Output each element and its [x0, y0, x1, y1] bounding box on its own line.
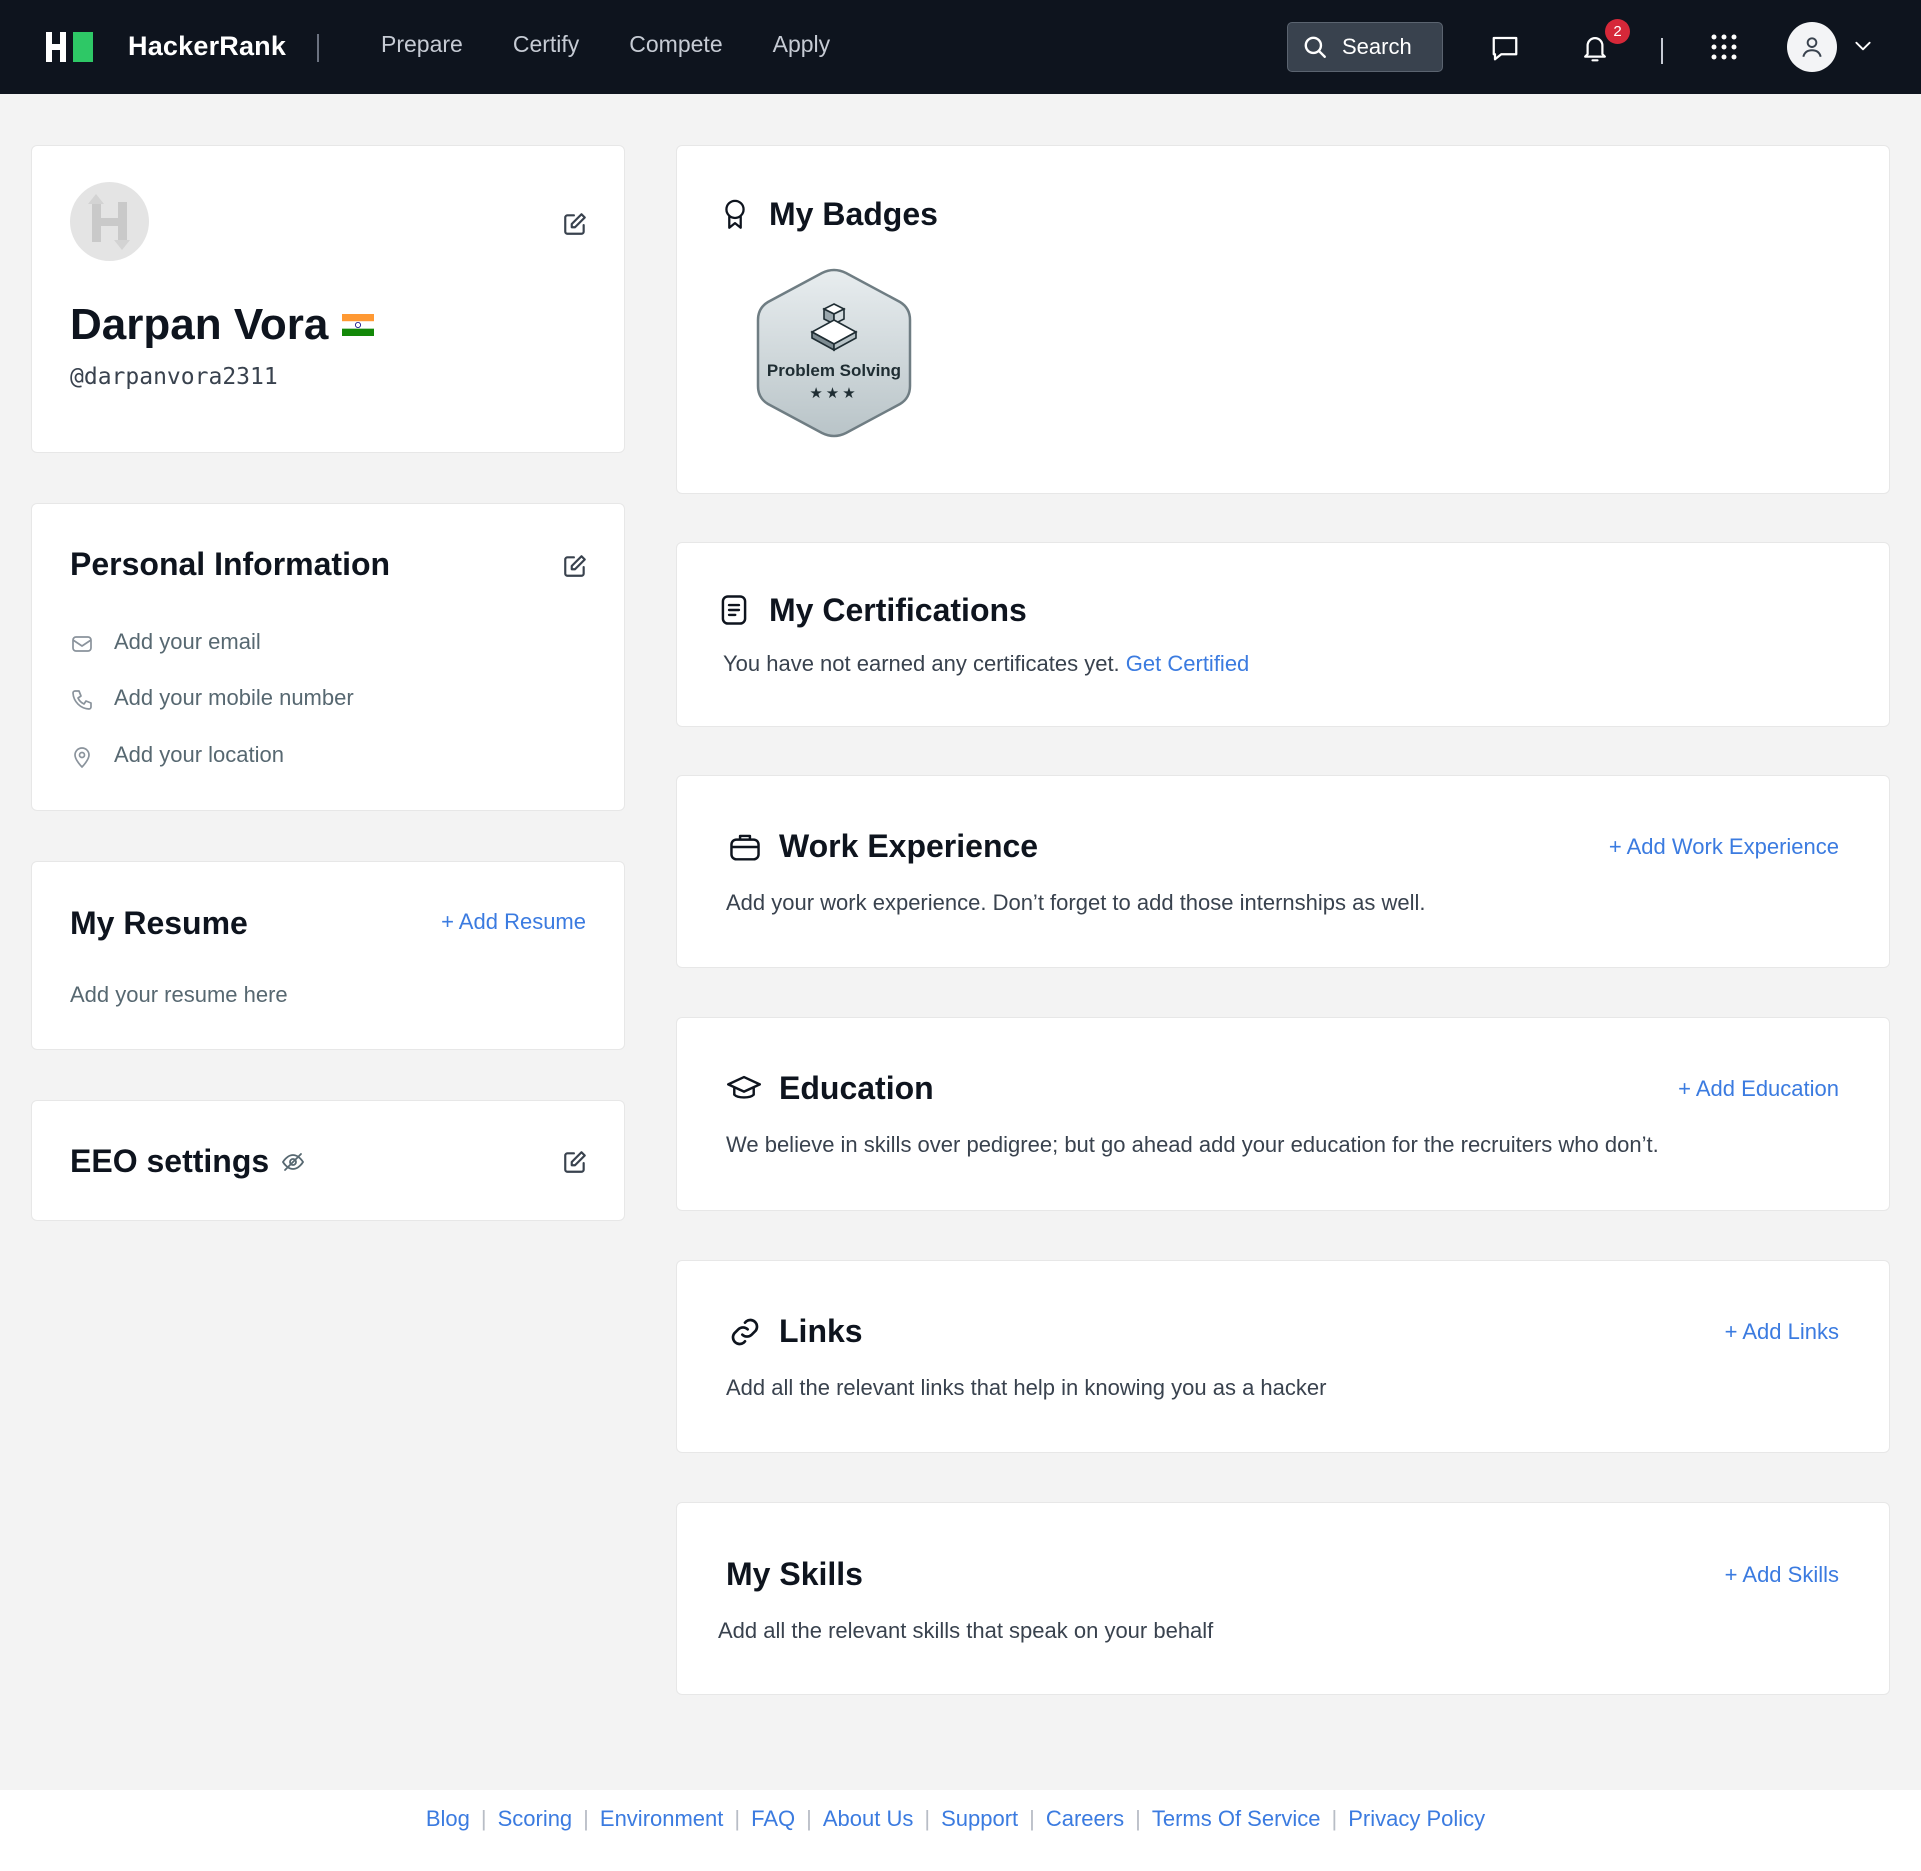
personal-information-title: Personal Information: [70, 546, 391, 582]
add-skills-button[interactable]: + Add Skills: [1725, 1562, 1839, 1588]
footer-link-privacy[interactable]: Privacy Policy: [1348, 1806, 1485, 1832]
chevron-down-icon[interactable]: [1852, 36, 1874, 56]
top-divider: [1661, 38, 1663, 64]
hexagon-badge-icon: [756, 268, 912, 438]
search-icon: [1304, 36, 1326, 58]
eeo-settings-card: EEO settings: [31, 1100, 625, 1221]
briefcase-icon: [730, 834, 760, 861]
eeo-settings-title: EEO settings: [70, 1143, 270, 1179]
footer-link-about-us[interactable]: About Us: [823, 1806, 914, 1832]
links-card: Links + Add Links Add all the relevant l…: [676, 1260, 1890, 1453]
add-mobile-link[interactable]: Add your mobile number: [114, 685, 354, 711]
email-icon: [72, 636, 92, 652]
profile-username: @darpanvora2311: [70, 364, 278, 390]
main-nav: Prepare Certify Compete Apply: [381, 31, 830, 58]
search-label: Search: [1342, 34, 1412, 59]
badges-title: My Badges: [769, 196, 938, 232]
education-text: We believe in skills over pedigree; but …: [726, 1132, 1659, 1157]
footer-link-careers[interactable]: Careers: [1046, 1806, 1124, 1832]
personal-information-card: Personal Information Add your email Add …: [31, 503, 625, 811]
footer-separator: |: [1029, 1805, 1035, 1831]
certifications-card: My Certifications You have not earned an…: [676, 542, 1890, 727]
footer-separator: |: [1135, 1805, 1141, 1831]
search-button[interactable]: Search: [1287, 22, 1443, 72]
brand-divider: [317, 34, 319, 62]
nav-compete[interactable]: Compete: [629, 31, 722, 58]
footer-link-faq[interactable]: FAQ: [751, 1806, 795, 1832]
profile-name: Darpan Vora: [70, 300, 329, 349]
link-icon: [731, 1318, 759, 1346]
phone-icon: [72, 690, 92, 710]
eeo-title-row: EEO settings: [70, 1143, 305, 1180]
add-email-link[interactable]: Add your email: [114, 629, 261, 655]
education-title: Education: [779, 1070, 934, 1106]
footer-link-blog[interactable]: Blog: [426, 1806, 470, 1832]
footer-link-scoring[interactable]: Scoring: [498, 1806, 573, 1832]
notification-count-badge: 2: [1605, 19, 1630, 44]
footer-separator: |: [806, 1805, 812, 1831]
badge-problem-solving[interactable]: Problem Solving ★★★: [754, 266, 914, 440]
profile-name-row: Darpan Vora: [70, 300, 375, 350]
resume-card: My Resume + Add Resume Add your resume h…: [31, 861, 625, 1050]
apps-grid-icon[interactable]: [1710, 33, 1738, 61]
badges-card: My Badges Problem Solving ★★★: [676, 145, 1890, 494]
user-avatar-button[interactable]: [1787, 22, 1837, 72]
badge-stars: ★★★: [809, 385, 859, 402]
footer-separator: |: [1331, 1805, 1338, 1831]
resume-title: My Resume: [70, 905, 248, 941]
work-experience-text: Add your work experience. Don’t forget t…: [726, 890, 1426, 915]
work-experience-title: Work Experience: [779, 828, 1039, 864]
hackerrank-h-placeholder-icon: [88, 194, 130, 250]
chat-icon[interactable]: [1490, 33, 1520, 63]
badge-ribbon-icon: [725, 199, 745, 229]
footer-separator: |: [480, 1805, 487, 1831]
top-navbar: HackerRank Prepare Certify Compete Apply…: [0, 0, 1921, 94]
nav-apply[interactable]: Apply: [773, 31, 831, 58]
badge-name: Problem Solving: [766, 361, 902, 380]
add-location-link[interactable]: Add your location: [114, 742, 284, 768]
footer-separator: |: [924, 1805, 931, 1831]
resume-placeholder: Add your resume here: [70, 982, 288, 1007]
certifications-text: You have not earned any certificates yet…: [723, 651, 1120, 676]
certifications-title: My Certifications: [769, 592, 1027, 628]
profile-card: Darpan Vora @darpanvora2311: [31, 145, 625, 453]
get-certified-link[interactable]: Get Certified: [1126, 651, 1250, 676]
edit-eeo-settings-icon[interactable]: [562, 1149, 588, 1175]
edit-profile-icon[interactable]: [562, 211, 588, 237]
hackerrank-logo[interactable]: [46, 32, 98, 62]
nav-prepare[interactable]: Prepare: [381, 31, 463, 58]
footer-link-support[interactable]: Support: [941, 1806, 1018, 1832]
links-text: Add all the relevant links that help in …: [726, 1375, 1327, 1400]
links-title: Links: [779, 1313, 863, 1349]
footer-separator: |: [583, 1805, 589, 1831]
skills-title: My Skills: [726, 1556, 863, 1592]
nav-certify[interactable]: Certify: [513, 31, 579, 58]
footer-links: Blog | Scoring | Environment | FAQ | About U…: [426, 1806, 1485, 1832]
location-pin-icon: [74, 747, 90, 768]
education-card: Education + Add Education We believe in …: [676, 1017, 1890, 1211]
add-resume-button[interactable]: + Add Resume: [441, 909, 586, 935]
brand-name[interactable]: HackerRank: [128, 31, 286, 62]
add-work-experience-button[interactable]: + Add Work Experience: [1609, 834, 1839, 860]
certifications-message: You have not earned any certificates yet…: [723, 651, 1249, 677]
add-links-button[interactable]: + Add Links: [1725, 1319, 1839, 1345]
footer-link-terms[interactable]: Terms Of Service: [1152, 1806, 1321, 1832]
avatar[interactable]: [70, 182, 149, 261]
footer: Blog | Scoring | Environment | FAQ | About U…: [0, 1790, 1921, 1871]
add-education-button[interactable]: + Add Education: [1678, 1076, 1839, 1102]
work-experience-card: Work Experience + Add Work Experience Ad…: [676, 775, 1890, 968]
skills-text: Add all the relevant skills that speak o…: [718, 1618, 1214, 1643]
graduation-cap-icon: [727, 1075, 761, 1099]
footer-separator: |: [734, 1805, 741, 1831]
edit-personal-info-icon[interactable]: [562, 553, 588, 579]
user-icon: [1802, 37, 1822, 58]
eye-off-icon: [282, 1152, 305, 1171]
india-flag-icon: [342, 314, 375, 336]
certificate-icon: [721, 595, 747, 625]
skills-card: My Skills + Add Skills Add all the relev…: [676, 1502, 1890, 1695]
footer-link-environment[interactable]: Environment: [600, 1806, 724, 1832]
